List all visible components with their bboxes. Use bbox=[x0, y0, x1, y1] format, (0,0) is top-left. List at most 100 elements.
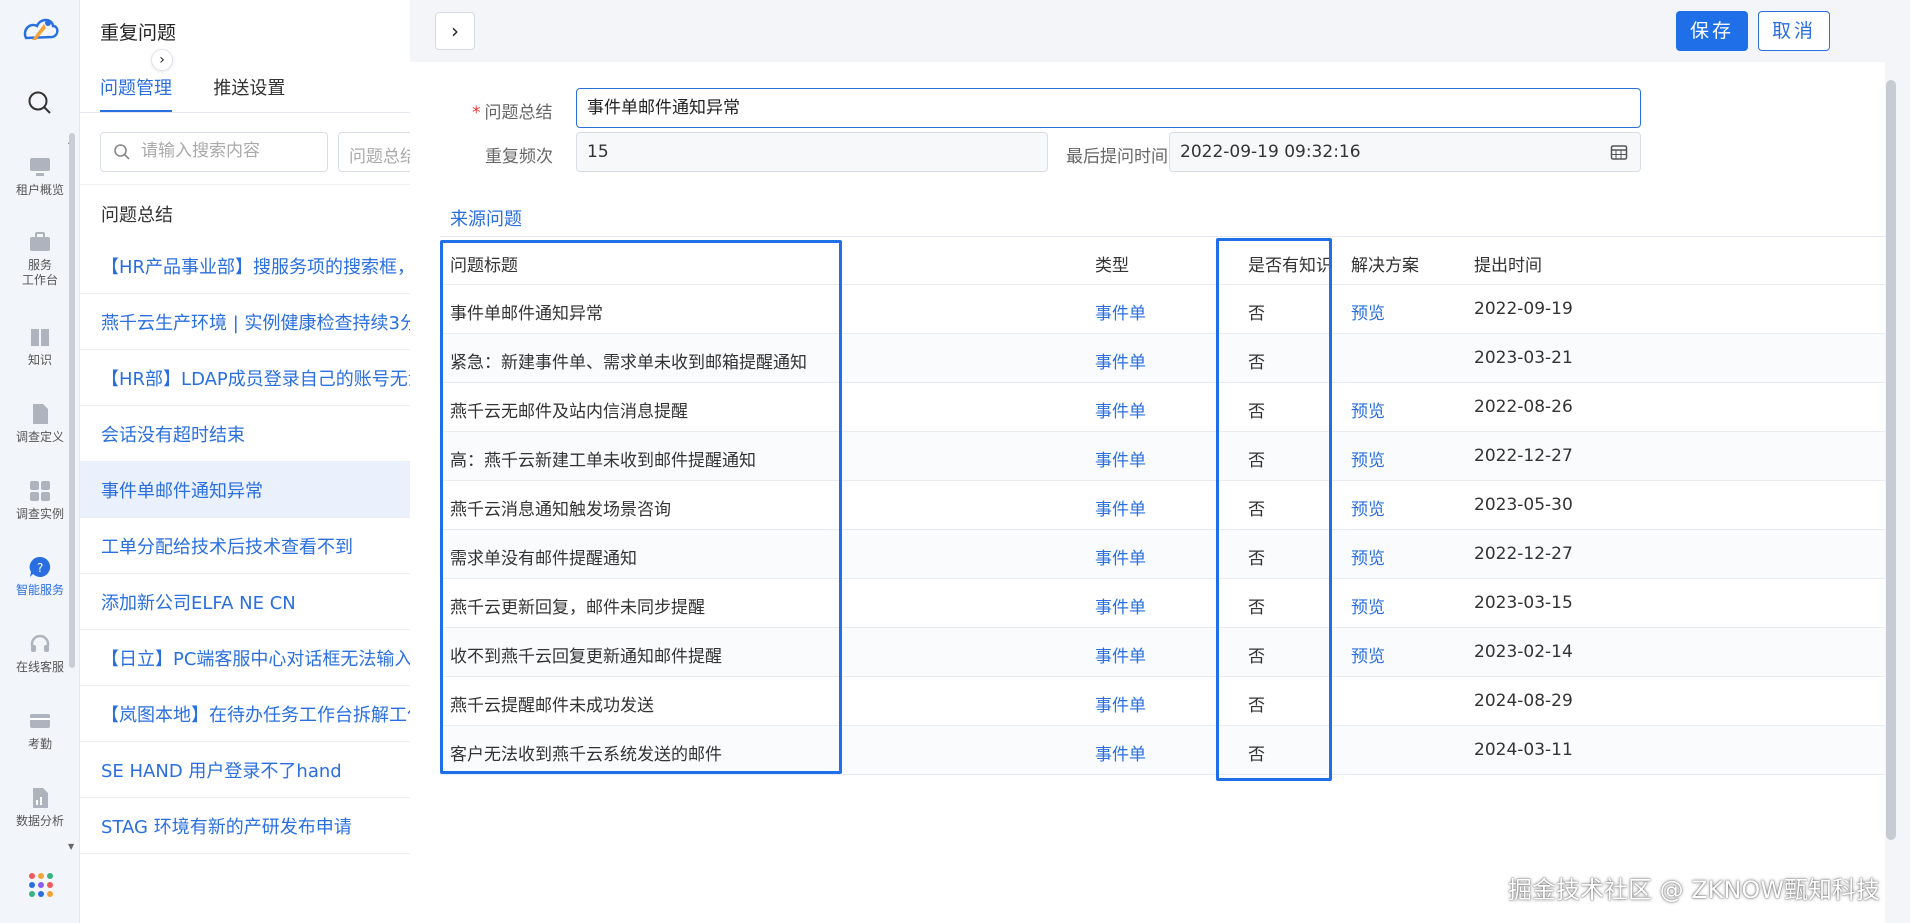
list-item[interactable]: 添加新公司ELFA NE CN bbox=[80, 574, 410, 630]
search-input[interactable] bbox=[141, 141, 321, 161]
cell-knowledge: 否 bbox=[1248, 451, 1265, 471]
cell-solution-preview[interactable]: 预览 bbox=[1351, 544, 1385, 569]
cell-time: 2024-03-11 bbox=[1474, 740, 1573, 760]
header-type: 类型 bbox=[1095, 256, 1129, 276]
cell-solution-preview[interactable]: 预览 bbox=[1351, 495, 1385, 520]
summary-filter-input[interactable]: 问题总结 bbox=[338, 132, 418, 172]
list-item[interactable]: SE HAND 用户登录不了hand bbox=[80, 742, 410, 798]
app-logo-icon[interactable] bbox=[20, 14, 60, 48]
monitor-icon bbox=[30, 158, 50, 176]
cell-type-link[interactable]: 事件单 bbox=[1095, 593, 1146, 618]
list-item[interactable]: 【日立】PC端客服中心对话框无法输入消 bbox=[80, 630, 410, 686]
list-item-label: SE HAND 用户登录不了hand bbox=[101, 761, 342, 782]
list-item[interactable]: 燕千云生产环境 | 实例健康检查持续3分钟 bbox=[80, 294, 410, 350]
rail-item-survey-instance[interactable]: 调查实例 bbox=[0, 479, 80, 522]
list-item-label: 工单分配给技术后技术查看不到 bbox=[101, 537, 353, 558]
rail-item-smart-service[interactable]: ? 智能服务 bbox=[0, 555, 80, 598]
column-header-label: 问题总结 bbox=[101, 205, 173, 226]
svg-text:?: ? bbox=[37, 561, 43, 575]
search-box[interactable] bbox=[100, 132, 328, 172]
list-item-selected[interactable]: 事件单邮件通知异常 bbox=[80, 462, 410, 518]
rail-item-label: 智能服务 bbox=[15, 583, 64, 597]
list-column-header: 问题总结 bbox=[80, 184, 410, 238]
summary-label: * 问题总结 bbox=[472, 103, 553, 123]
calendar-icon[interactable] bbox=[1610, 143, 1628, 161]
scroll-down-arrow-icon[interactable]: ▼ bbox=[68, 842, 74, 851]
cell-type-link[interactable]: 事件单 bbox=[1095, 495, 1146, 520]
list-item[interactable]: 【岚图本地】在待办任务工作台拆解工作 bbox=[80, 686, 410, 742]
summary-input[interactable]: 事件单邮件通知异常 bbox=[576, 88, 1641, 128]
cell-time: 2022-08-26 bbox=[1474, 397, 1573, 417]
header-title: 问题标题 bbox=[450, 256, 518, 276]
expand-drawer-button[interactable]: › bbox=[435, 12, 475, 50]
list-item[interactable]: 工单分配给技术后技术查看不到 bbox=[80, 518, 410, 574]
cell-solution-preview[interactable]: 预览 bbox=[1351, 642, 1385, 667]
rail-item-data-analysis[interactable]: 数据分析 bbox=[0, 786, 80, 829]
cell-title: 客户无法收到燕千云系统发送的邮件 bbox=[450, 745, 722, 765]
issue-list-panel: 重复问题 › 问题管理 推送设置 问题总结 问题总结 【HR产品事业部】搜服务项… bbox=[80, 0, 418, 923]
header-solution: 解决方案 bbox=[1351, 256, 1419, 276]
cell-type-link[interactable]: 事件单 bbox=[1095, 446, 1146, 471]
rail-scrollbar[interactable] bbox=[69, 133, 75, 668]
rail-item-label: 知识 bbox=[27, 353, 52, 367]
list-item-label: 添加新公司ELFA NE CN bbox=[101, 593, 296, 614]
table-row: 高：燕千云新建工单未收到邮件提醒通知 事件单 否 预览 2022-12-27 bbox=[440, 432, 1885, 481]
rail-item-tenant-overview[interactable]: 租户概览 bbox=[0, 155, 80, 198]
rail-item-label: 考勤 bbox=[27, 737, 52, 751]
tab-push-settings[interactable]: 推送设置 bbox=[213, 74, 285, 110]
rail-item-knowledge[interactable]: 知识 bbox=[0, 325, 80, 368]
drawer-body: * 问题总结 事件单邮件通知异常 重复频次 15 最后提问时间 2022-09-1… bbox=[410, 62, 1885, 923]
list-item[interactable]: 【HR部】LDAP成员登录自己的账号无法 bbox=[80, 350, 410, 406]
cell-solution-preview[interactable]: 预览 bbox=[1351, 446, 1385, 471]
frequency-label: 重复频次 bbox=[485, 147, 553, 167]
rail-item-survey-definition[interactable]: 调查定义 bbox=[0, 402, 80, 445]
cell-type-link[interactable]: 事件单 bbox=[1095, 348, 1146, 373]
header-knowledge: 是否有知识 bbox=[1248, 256, 1333, 276]
cell-solution-preview[interactable]: 预览 bbox=[1351, 299, 1385, 324]
cell-type-link[interactable]: 事件单 bbox=[1095, 642, 1146, 667]
rail-item-attendance[interactable]: 考勤 bbox=[0, 709, 80, 752]
app-launcher-icon[interactable] bbox=[28, 872, 54, 898]
cell-type-link[interactable]: 事件单 bbox=[1095, 397, 1146, 422]
chevron-right-icon: › bbox=[451, 19, 459, 43]
tab-issue-management[interactable]: 问题管理 bbox=[100, 74, 172, 112]
search-icon bbox=[114, 144, 130, 160]
search-icon[interactable] bbox=[25, 88, 55, 118]
list-item[interactable]: 会话没有超时结束 bbox=[80, 406, 410, 462]
cell-type-link[interactable]: 事件单 bbox=[1095, 740, 1146, 765]
list-item[interactable]: 【HR产品事业部】搜服务项的搜索框，搜 bbox=[80, 238, 410, 294]
cell-time: 2023-02-14 bbox=[1474, 642, 1573, 662]
cell-title: 事件单邮件通知异常 bbox=[450, 304, 603, 324]
cell-solution-preview[interactable]: 预览 bbox=[1351, 593, 1385, 618]
cell-title: 燕千云更新回复，邮件未同步提醒 bbox=[450, 598, 705, 618]
cell-title: 燕千云消息通知触发场景咨询 bbox=[450, 500, 671, 520]
cell-type-link[interactable]: 事件单 bbox=[1095, 299, 1146, 324]
table-row: 事件单邮件通知异常 事件单 否 预览 2022-09-19 bbox=[440, 285, 1885, 334]
page-title: 重复问题 bbox=[100, 22, 177, 44]
rail-item-label: 调查定义 bbox=[15, 430, 64, 444]
cancel-button[interactable]: 取消 bbox=[1758, 11, 1830, 51]
table-row: 燕千云提醒邮件未成功发送 事件单 否 2024-08-29 bbox=[440, 677, 1885, 726]
rail-item-label: 数据分析 bbox=[15, 814, 64, 828]
cell-time: 2022-12-27 bbox=[1474, 446, 1573, 466]
cell-type-link[interactable]: 事件单 bbox=[1095, 691, 1146, 716]
last-time-input[interactable]: 2022-09-19 09:32:16 bbox=[1169, 132, 1641, 172]
list-item[interactable]: STAG 环境有新的产研发布申请 bbox=[80, 798, 410, 854]
document-icon bbox=[33, 404, 48, 424]
cell-knowledge: 否 bbox=[1248, 647, 1265, 667]
cell-title: 需求单没有邮件提醒通知 bbox=[450, 549, 637, 569]
rail-item-service-workbench[interactable]: 服务 工作台 bbox=[0, 230, 80, 288]
book-icon bbox=[31, 329, 49, 346]
save-button[interactable]: 保存 bbox=[1676, 11, 1748, 51]
frequency-input[interactable]: 15 bbox=[576, 132, 1048, 172]
list-item-label: 【日立】PC端客服中心对话框无法输入消 bbox=[101, 649, 410, 670]
collapse-sidebar-button[interactable]: › bbox=[151, 49, 173, 71]
cell-solution-preview[interactable]: 预览 bbox=[1351, 397, 1385, 422]
smart-service-icon: ? bbox=[29, 556, 51, 577]
drawer-scrollbar[interactable] bbox=[1886, 80, 1896, 840]
cell-knowledge: 否 bbox=[1248, 353, 1265, 373]
rail-item-online-support[interactable]: 在线客服 bbox=[0, 632, 80, 675]
cell-type-link[interactable]: 事件单 bbox=[1095, 544, 1146, 569]
cell-time: 2024-08-29 bbox=[1474, 691, 1573, 711]
table-row: 客户无法收到燕千云系统发送的邮件 事件单 否 2024-03-11 bbox=[440, 726, 1885, 775]
